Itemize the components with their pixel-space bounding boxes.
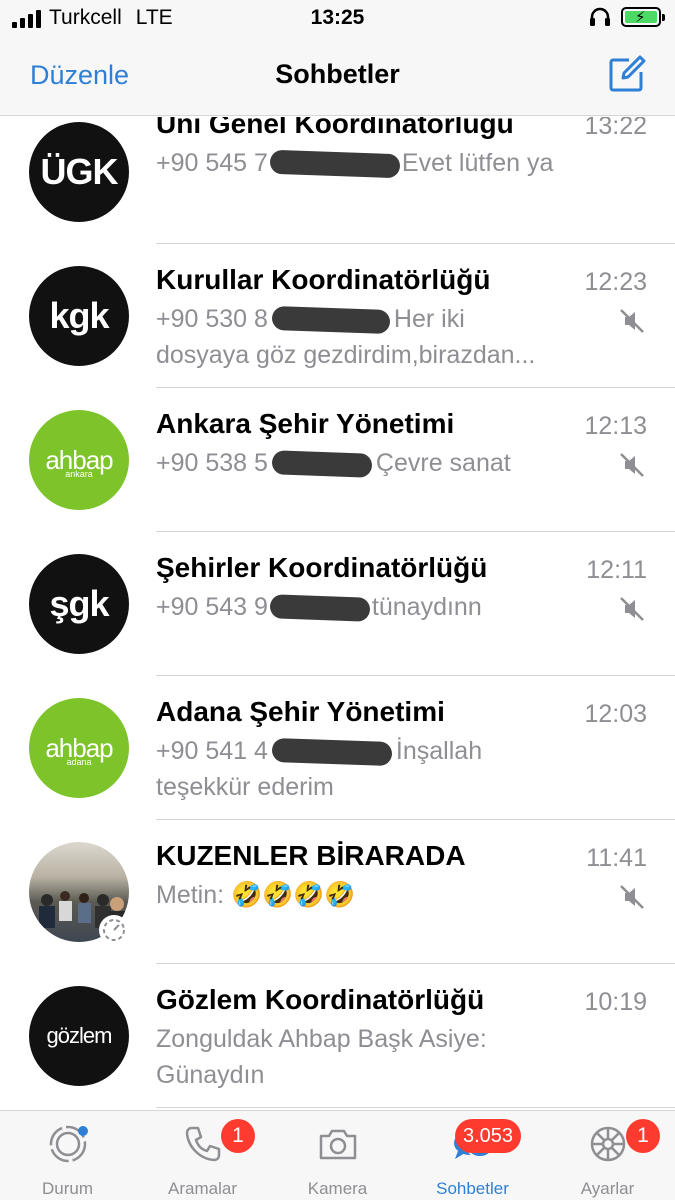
avatar-ahbap-ankara: ahbap ankara xyxy=(29,410,129,510)
chat-time: 12:23 xyxy=(584,268,647,296)
camera-icon xyxy=(319,1129,357,1160)
chat-preview: +90 530 8 Her iki dosyaya göz gezdirdim,b… xyxy=(156,305,536,369)
status-ring-icon xyxy=(99,915,129,945)
chat-row-kuzenler[interactable]: KUZENLER BİRARADA 11:41 Metin: 🤣🤣🤣🤣 xyxy=(0,820,675,964)
avatar-ugk: ÜGK xyxy=(29,122,129,222)
page-title: Sohbetler xyxy=(275,59,400,89)
row-divider xyxy=(156,1107,675,1108)
avatar-logo-text: şgk xyxy=(49,583,109,624)
tab-label: Kamera xyxy=(307,1179,368,1198)
status-bar: Turkcell LTE 13:25 ⚡ xyxy=(0,0,675,38)
chat-time: 12:03 xyxy=(584,700,647,728)
chat-preview: +90 538 5 Çevre sanat xyxy=(156,449,511,479)
chat-row-uni-genel[interactable]: ÜGK Üni Genel Koordinatörlüğü 13:22 +90 … xyxy=(0,117,675,248)
avatar-gozlem: gözlem xyxy=(29,986,129,1086)
avatar-logo-text: kgk xyxy=(49,295,109,336)
settings-icon xyxy=(590,1126,626,1162)
phone-icon xyxy=(185,1126,221,1162)
avatar-sgk: şgk xyxy=(29,554,129,654)
tab-label: Durum xyxy=(41,1179,93,1198)
chat-preview: +90 543 9 tünaydınn xyxy=(156,593,482,623)
chat-preview: Zonguldak Ahbap Başk Asiye: Günaydın xyxy=(156,1025,487,1089)
chat-name: Kurullar Koordinatörlüğü xyxy=(156,264,491,295)
chat-row-kurullar[interactable]: kgk Kurullar Koordinatörlüğü 12:23 +90 5… xyxy=(0,244,675,388)
tab-kamera[interactable]: Kamera xyxy=(270,1111,405,1200)
muted-icon xyxy=(620,885,644,909)
redaction-mark xyxy=(271,738,393,767)
chat-time: 13:22 xyxy=(584,117,647,140)
headphones-icon xyxy=(590,7,610,26)
chat-time: 11:41 xyxy=(586,844,647,872)
chat-preview: +90 541 4 İnşallah teşekkür ederim xyxy=(156,737,483,801)
redaction-mark xyxy=(271,306,391,335)
chat-row-adana[interactable]: ahbap adana Adana Şehir Yönetimi 12:03 +… xyxy=(0,676,675,820)
chat-row-sehirler[interactable]: şgk Şehirler Koordinatörlüğü 12:11 +90 5… xyxy=(0,532,675,676)
chat-row-gozlem[interactable]: gözlem Gözlem Koordinatörlüğü 10:19 Zong… xyxy=(0,964,675,1108)
avatar-logo-text: ÜGK xyxy=(40,151,119,192)
avatar-subtext: adana xyxy=(66,757,92,767)
avatar-ahbap-adana: ahbap adana xyxy=(29,698,129,798)
chats-badge: 3.053 xyxy=(455,1119,522,1153)
tab-ayarlar[interactable]: 1 Ayarlar xyxy=(540,1111,675,1200)
tab-label: Ayarlar xyxy=(580,1179,635,1198)
chat-name: Adana Şehir Yönetimi xyxy=(156,696,445,727)
chat-time: 12:11 xyxy=(586,556,647,584)
chat-name: Ankara Şehir Yönetimi xyxy=(156,408,455,439)
chat-name: KUZENLER BİRARADA xyxy=(156,840,466,871)
status-icon xyxy=(49,1125,88,1163)
avatar-subtext: ankara xyxy=(65,469,93,479)
tab-sohbetler[interactable]: 3.053 Sohbetler xyxy=(405,1111,540,1200)
chat-time: 12:13 xyxy=(584,412,647,440)
tab-durum[interactable]: Durum xyxy=(0,1111,135,1200)
redaction-mark xyxy=(269,150,401,179)
avatar-logo-text: gözlem xyxy=(46,1023,113,1048)
chat-preview: +90 545 7 Evet lütfen ya xyxy=(156,149,554,179)
tab-label: Sohbetler xyxy=(436,1179,509,1198)
tab-label: Aramalar xyxy=(168,1179,237,1198)
redaction-mark xyxy=(271,450,373,479)
calls-badge: 1 xyxy=(221,1119,255,1153)
tab-bar: Durum 1 Aramalar Kamera 3.053 Sohbetler xyxy=(0,1110,675,1200)
clock: 13:25 xyxy=(310,6,365,29)
chat-name: Gözlem Koordinatörlüğü xyxy=(156,984,485,1015)
compose-icon[interactable] xyxy=(607,54,647,94)
chat-name: Şehirler Koordinatörlüğü xyxy=(156,552,488,583)
chat-name: Üni Genel Koordinatörlüğü xyxy=(156,117,514,139)
tab-aramalar[interactable]: 1 Aramalar xyxy=(135,1111,270,1200)
battery-charging-icon: ⚡ xyxy=(621,7,665,27)
muted-icon xyxy=(620,309,644,333)
navigation-bar: Düzenle Sohbetler xyxy=(0,38,675,116)
redaction-mark xyxy=(269,594,371,623)
muted-icon xyxy=(620,453,644,477)
settings-badge: 1 xyxy=(626,1119,660,1153)
muted-icon xyxy=(620,597,644,621)
avatar-kgk: kgk xyxy=(29,266,129,366)
chat-preview: Metin: 🤣🤣🤣🤣 xyxy=(156,881,356,909)
chat-time: 10:19 xyxy=(584,988,647,1016)
chat-row-ankara[interactable]: ahbap ankara Ankara Şehir Yönetimi 12:13… xyxy=(0,388,675,532)
chat-list[interactable]: ÜGK Üni Genel Koordinatörlüğü 13:22 +90 … xyxy=(0,117,675,1110)
